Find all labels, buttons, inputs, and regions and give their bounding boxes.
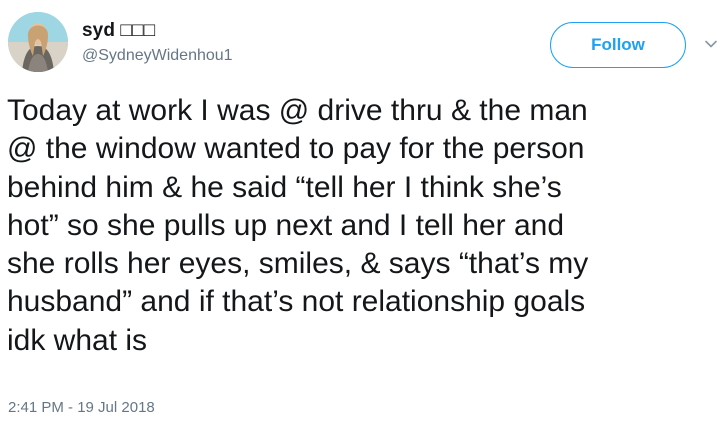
- display-name[interactable]: syd □□□: [82, 20, 155, 42]
- user-handle[interactable]: @SydneyWidenhou1: [82, 47, 233, 65]
- tweet-card: syd □□□ @SydneyWidenhou1 Follow Today at…: [0, 0, 728, 432]
- chevron-down-icon[interactable]: [703, 36, 719, 52]
- follow-button[interactable]: Follow: [550, 22, 686, 68]
- avatar[interactable]: [8, 12, 68, 72]
- avatar-photo: [8, 12, 68, 72]
- tweet-timestamp[interactable]: 2:41 PM - 19 Jul 2018: [8, 399, 155, 416]
- tweet-text: Today at work I was @ drive thru & the m…: [7, 94, 589, 357]
